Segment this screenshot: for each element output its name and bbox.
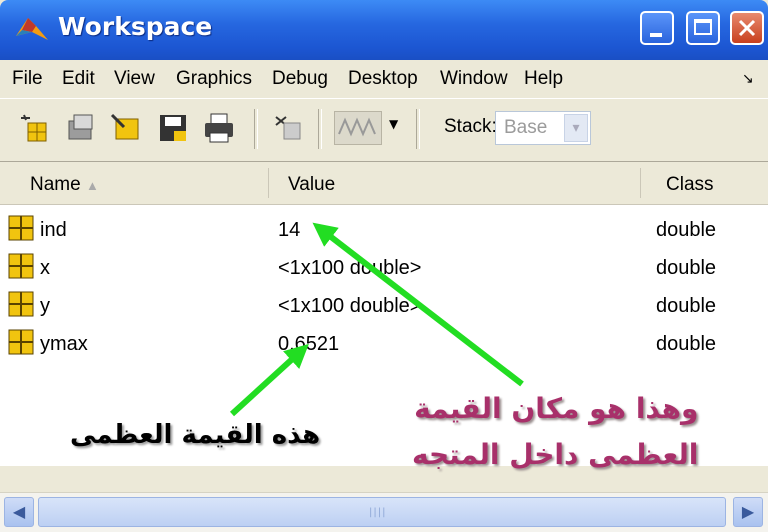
menu-bar: File Edit View Graphics Debug Desktop Wi… — [0, 60, 768, 98]
variable-name: x — [40, 257, 50, 279]
sort-ascending-icon: ▲ — [85, 178, 99, 193]
table-row[interactable]: y <1x100 double> double — [0, 288, 768, 326]
maximize-icon — [694, 19, 712, 35]
plot-button[interactable] — [334, 111, 382, 145]
variable-name: ymax — [40, 333, 88, 355]
stack-select[interactable]: Base ▾ — [495, 111, 591, 145]
annotation-line: وهذا هو مكان القيمة — [414, 392, 699, 425]
scroll-right-button[interactable]: ▶ — [733, 497, 763, 527]
toolbar-separator — [254, 109, 258, 149]
workspace-window: Workspace File Edit View Graphics Debug … — [0, 0, 768, 532]
annotation-line: العظمى داخل المتجه — [412, 438, 699, 471]
column-divider[interactable] — [268, 168, 269, 198]
close-icon — [738, 19, 756, 37]
plot-icon — [338, 117, 376, 137]
column-header: Name ▲ Value Class — [0, 162, 768, 205]
menu-edit[interactable]: Edit — [62, 68, 95, 90]
table-row[interactable]: x <1x100 double> double — [0, 250, 768, 288]
minimize-icon — [650, 33, 662, 37]
toolbar-separator — [416, 109, 420, 149]
title-bar[interactable]: Workspace — [0, 0, 768, 60]
toolbar: ▼ Stack: Base ▾ — [0, 98, 768, 162]
plot-dropdown-icon[interactable]: ▼ — [389, 117, 398, 131]
variable-class: double — [656, 295, 717, 317]
scroll-thumb[interactable]: |||| — [38, 497, 726, 527]
variable-grid-icon — [8, 215, 34, 241]
variable-name: ind — [40, 219, 67, 241]
variable-value: <1x100 double> — [278, 257, 422, 279]
import-data-icon[interactable] — [110, 111, 144, 145]
close-button[interactable] — [730, 11, 764, 45]
dock-arrow-icon[interactable]: ↘ — [742, 70, 754, 87]
chevron-down-icon[interactable]: ▾ — [564, 114, 588, 142]
column-class[interactable]: Class — [666, 174, 714, 196]
print-icon[interactable] — [202, 111, 236, 145]
variable-name: y — [40, 295, 50, 317]
maximize-button[interactable] — [686, 11, 720, 45]
variable-value: 0.6521 — [278, 333, 340, 355]
variable-value: 14 — [278, 219, 301, 241]
variable-grid-icon — [8, 329, 34, 355]
horizontal-scrollbar[interactable]: ◀ |||| ▶ — [0, 492, 768, 532]
column-divider[interactable] — [640, 168, 641, 198]
table-row[interactable]: ind 14 double — [0, 212, 768, 250]
menu-desktop[interactable]: Desktop — [348, 68, 418, 90]
variable-value: <1x100 double> — [278, 295, 422, 317]
menu-file[interactable]: File — [12, 68, 43, 90]
menu-view[interactable]: View — [114, 68, 155, 90]
column-name-label: Name — [30, 174, 81, 195]
table-row[interactable]: ymax 0.6521 double — [0, 326, 768, 364]
chevron-right-icon: ▶ — [741, 502, 755, 521]
save-icon[interactable] — [156, 111, 190, 145]
menu-graphics[interactable]: Graphics — [176, 68, 252, 90]
window-title: Workspace — [58, 12, 213, 41]
matlab-logo-icon — [16, 18, 48, 40]
menu-window[interactable]: Window — [440, 68, 508, 90]
column-value[interactable]: Value — [288, 174, 335, 196]
annotation-max-location: وهذا هو مكان القيمة العظمى داخل المتجه — [412, 386, 698, 478]
minimize-button[interactable] — [640, 11, 674, 45]
scroll-left-button[interactable]: ◀ — [4, 497, 34, 527]
new-variable-icon[interactable] — [18, 111, 52, 145]
variable-grid-icon — [8, 253, 34, 279]
open-variable-icon[interactable] — [64, 111, 98, 145]
menu-help[interactable]: Help — [524, 68, 563, 90]
variable-grid-icon — [8, 291, 34, 317]
column-name[interactable]: Name ▲ — [30, 174, 99, 196]
variable-class: double — [656, 333, 717, 355]
annotation-max-value: هذه القيمة العظمى — [70, 420, 321, 450]
stack-value: Base — [504, 117, 548, 138]
variable-class: double — [656, 257, 717, 279]
stack-label: Stack: — [444, 116, 497, 137]
grip-icon: |||| — [369, 507, 387, 518]
delete-icon[interactable] — [272, 111, 306, 145]
menu-debug[interactable]: Debug — [272, 68, 328, 90]
toolbar-separator — [318, 109, 322, 149]
variable-class: double — [656, 219, 717, 241]
chevron-left-icon: ◀ — [12, 502, 26, 521]
